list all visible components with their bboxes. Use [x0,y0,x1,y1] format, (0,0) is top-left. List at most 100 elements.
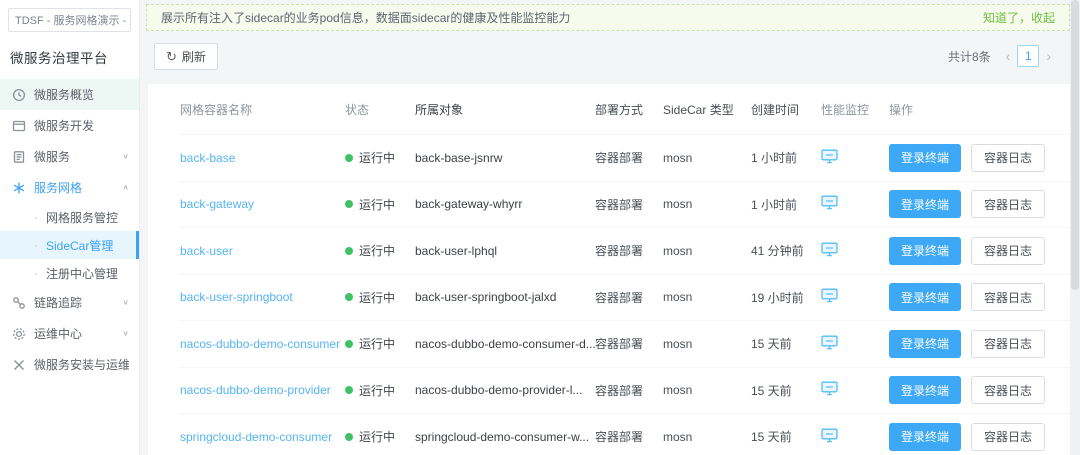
document-list-icon [12,150,26,164]
sidebar-item-trace[interactable]: 链路追踪 ∨ [0,287,139,318]
performance-monitor-icon[interactable] [821,428,838,443]
owner-object: springcloud-demo-consumer-w... [415,429,590,444]
status-dot-icon [345,293,353,302]
status-text: 运行中 [359,197,396,212]
table-header-cell: 部署方式 [595,102,644,117]
table-header-cell: 网格容器名称 [180,102,253,117]
table-row: back-gateway 运行中 back-gateway-whyrr 容器部署… [180,180,1070,228]
status-text: 运行中 [359,337,396,352]
sidebar: TDSF - 服务网格演示 - 默... ∨ 微服务治理平台 微服务概览 微服务… [0,0,140,455]
sidecar-type: mosn [663,429,693,444]
status-dot-icon [345,246,353,255]
mesh-icon [12,181,26,195]
refresh-button[interactable]: ↻ 刷新 [154,42,218,70]
pagination-page-1[interactable]: 1 [1017,45,1040,67]
owner-object: back-base-jsnrw [415,150,503,165]
created-time: 19 小时前 [751,290,804,305]
container-name-link[interactable]: nacos-dubbo-demo-consumer [180,337,340,351]
table-row: back-user 运行中 back-user-lphql 容器部署 mosn … [180,227,1070,274]
deploy-method: 容器部署 [595,383,644,398]
container-name-link[interactable]: back-base [180,151,235,165]
table-header-cell: 所属对象 [415,102,464,117]
container-logs-button[interactable]: 容器日志 [971,283,1046,312]
bullet-icon: · [34,210,38,224]
chevron-down-icon: ∨ [122,329,129,338]
deploy-method: 容器部署 [595,337,644,352]
performance-monitor-icon[interactable] [821,195,838,210]
sidebar-item-ops-center[interactable]: 运维中心 ∨ [0,318,139,349]
login-terminal-button[interactable]: 登录终端 [889,376,962,405]
table-row: nacos-dubbo-demo-consumer 运行中 nacos-dubb… [180,320,1070,367]
sidebar-item-label: 链路追踪 [34,296,83,310]
table-header-cell: SideCar 类型 [663,102,734,117]
table-row: back-user-springboot 运行中 back-user-sprin… [180,273,1070,321]
owner-object: nacos-dubbo-demo-consumer-d... [415,336,595,351]
vertical-scrollbar[interactable] [1070,0,1080,455]
table-header-cell: 状态 [345,102,370,117]
login-terminal-button[interactable]: 登录终端 [889,329,962,358]
sidebar-item-mesh-service-control[interactable]: · 网格服务管控 [0,203,139,231]
bullet-icon: · [34,266,38,280]
platform-title: 微服务治理平台 [10,51,108,66]
sidecar-table-card: 网格容器名称 状态 所属对象 部署方式 SideCar 类型 创建时间 性能监控 操作 bac… [148,84,1070,455]
container-logs-button[interactable]: 容器日志 [971,236,1046,265]
table-row: springcloud-demo-consumer 运行中 springclou… [180,413,1070,455]
table-header-cell: 性能监控 [821,102,870,117]
login-terminal-button[interactable]: 登录终端 [889,236,962,265]
performance-monitor-icon[interactable] [821,242,838,257]
sidebar-item-sidecar-management[interactable]: · SideCar管理 [0,231,139,259]
container-logs-button[interactable]: 容器日志 [971,376,1046,405]
status-dot-icon [345,339,353,348]
container-logs-button[interactable]: 容器日志 [971,190,1046,219]
sidebar-item-label: 微服务开发 [34,119,95,133]
status-dot-icon [345,432,353,441]
login-terminal-button[interactable]: 登录终端 [889,283,962,312]
performance-monitor-icon[interactable] [821,381,838,396]
pagination-next-icon[interactable]: › [1041,48,1056,64]
container-name-link[interactable]: springcloud-demo-consumer [180,430,332,444]
login-terminal-button[interactable]: 登录终端 [889,143,962,172]
status-dot-icon [345,386,353,395]
tenant-select[interactable]: TDSF - 服务网格演示 - 默... ∨ [8,8,131,32]
container-logs-button[interactable]: 容器日志 [971,329,1046,358]
sidebar-menu: 微服务概览 微服务开发 微服务 ∨ 服务网格 ∧ · 网格服务管控 · Side… [0,79,139,380]
banner-dismiss-link[interactable]: 知道了，收起 [983,9,1055,26]
container-name-link[interactable]: nacos-dubbo-demo-provider [180,383,331,397]
sidebar-item-label: 微服务安装与运维 [34,358,129,372]
chevron-up-icon: ∧ [122,183,129,192]
login-terminal-button[interactable]: 登录终端 [889,422,962,451]
login-terminal-button[interactable]: 登录终端 [889,190,962,219]
performance-monitor-icon[interactable] [821,288,838,303]
sidecar-type: mosn [663,197,693,212]
sidebar-item-microservice[interactable]: 微服务 ∨ [0,141,139,172]
table-row: nacos-dubbo-demo-provider 运行中 nacos-dubb… [180,366,1070,414]
pagination: 共计8条 ‹ 1 › [948,45,1056,67]
table-header-cell: 操作 [889,102,914,117]
container-name-link[interactable]: back-user-springboot [180,290,293,304]
sidebar-item-service-mesh[interactable]: 服务网格 ∧ [0,172,139,203]
chevron-down-icon: ∨ [122,298,129,307]
pagination-prev-icon[interactable]: ‹ [1001,48,1016,64]
sidebar-item-registry-management[interactable]: · 注册中心管理 [0,259,139,287]
container-logs-button[interactable]: 容器日志 [971,143,1046,172]
sidebar-item-install-ops[interactable]: 微服务安装与运维 [0,349,139,380]
sidecar-type: mosn [663,383,693,398]
status-text: 运行中 [359,244,396,259]
chevron-down-icon: ∨ [122,152,129,161]
sidebar-item-label: 运维中心 [34,327,83,341]
performance-monitor-icon[interactable] [821,335,838,350]
container-name-link[interactable]: back-gateway [180,197,254,211]
performance-monitor-icon[interactable] [821,149,838,164]
scrollbar-thumb[interactable] [1071,0,1079,290]
created-time: 1 小时前 [751,197,798,212]
container-name-link[interactable]: back-user [180,244,233,258]
banner-message: 展示所有注入了sidecar的业务pod信息，数据面sidecar的健康及性能监… [161,11,571,25]
toolbar: ↻ 刷新 共计8条 ‹ 1 › [140,31,1080,81]
container-logs-button[interactable]: 容器日志 [971,422,1046,451]
gear-icon [12,327,26,341]
link-trace-icon [12,296,26,310]
sidebar-item-microservice-overview[interactable]: 微服务概览 [0,79,139,110]
bullet-icon: · [34,238,38,252]
sidebar-item-microservice-dev[interactable]: 微服务开发 [0,110,139,141]
status-dot-icon [345,200,353,209]
